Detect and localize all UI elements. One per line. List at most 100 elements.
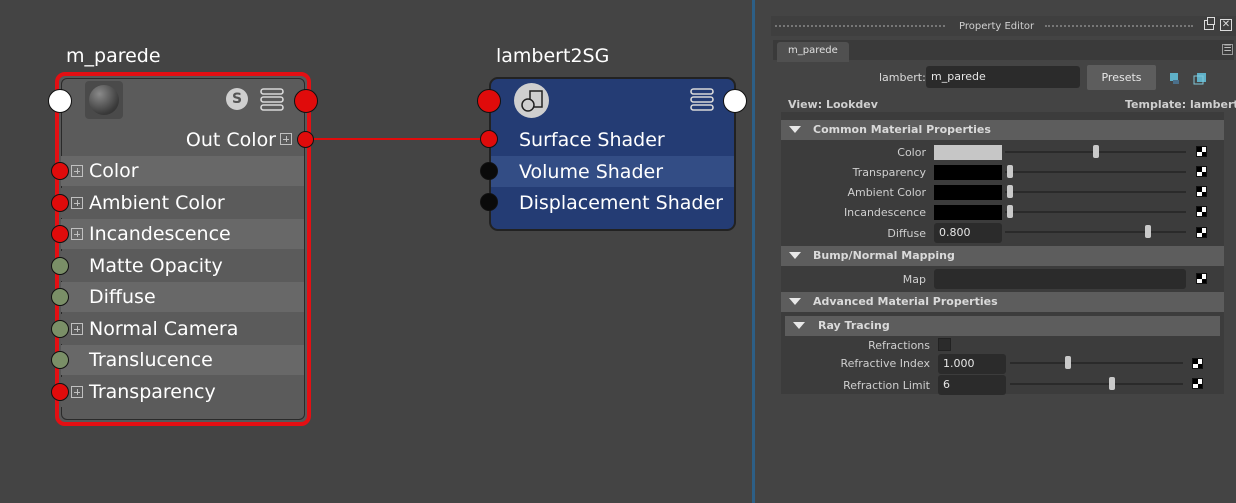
bump-map-button-icon[interactable] — [1196, 273, 1207, 284]
material-attribute-row[interactable]: Transparency — [61, 377, 304, 407]
material-attribute-port[interactable] — [51, 351, 69, 369]
ambient-color-swatch[interactable] — [934, 185, 1002, 200]
map-field[interactable] — [934, 269, 1186, 289]
shading-group-icon — [514, 83, 549, 118]
bump-mapping-section-header[interactable]: Bump/Normal Mapping — [781, 246, 1224, 266]
material-node-title: m_parede — [66, 45, 161, 67]
refraction-limit-slider-thumb[interactable] — [1109, 377, 1115, 390]
sg-attribute-row[interactable]: Volume Shader — [491, 156, 734, 187]
ray-tracing-section-header[interactable]: Ray Tracing — [785, 316, 1220, 336]
refraction-limit-label: Refraction Limit — [843, 379, 930, 392]
node-name-field[interactable]: m_parede — [926, 66, 1080, 88]
refractive-index-slider-thumb[interactable] — [1065, 356, 1071, 369]
transparency-slider-track[interactable] — [1005, 171, 1186, 173]
refractive-index-slider-track[interactable] — [1010, 362, 1183, 364]
material-attribute-row[interactable]: Translucence — [61, 345, 304, 375]
sg-input-port[interactable] — [477, 89, 501, 113]
template-label[interactable]: Template: lambert — [1125, 98, 1236, 111]
expand-attribute-icon[interactable] — [71, 197, 83, 209]
refractive-index-field[interactable]: 1.000 — [938, 354, 1006, 374]
ambient-slider-track[interactable] — [1005, 191, 1186, 193]
collapse-triangle-icon — [793, 322, 805, 329]
material-attribute-row[interactable]: Incandescence — [61, 219, 304, 249]
swatch-toggle-icon[interactable]: S — [226, 88, 248, 110]
expand-attribute-icon[interactable] — [71, 165, 83, 177]
color-slider-thumb[interactable] — [1093, 145, 1099, 158]
collapse-triangle-icon — [789, 298, 801, 305]
ambient-color-label: Ambient Color — [847, 186, 926, 199]
transparency-map-button-icon[interactable] — [1196, 166, 1207, 177]
sg-attribute-label: Displacement Shader — [519, 192, 723, 214]
view-label[interactable]: View: Lookdev — [788, 98, 878, 111]
advanced-material-section-header[interactable]: Advanced Material Properties — [781, 292, 1224, 312]
material-attribute-row[interactable]: Matte Opacity — [61, 251, 304, 281]
sg-attribute-list-icon[interactable] — [690, 87, 714, 111]
material-attribute-port[interactable] — [51, 162, 69, 180]
material-attribute-row[interactable]: Color — [61, 156, 304, 186]
ambient-map-button-icon[interactable] — [1196, 186, 1207, 197]
sg-attribute-label: Volume Shader — [519, 161, 664, 183]
sg-attribute-label: Surface Shader — [519, 129, 665, 151]
sg-attribute-port[interactable] — [480, 130, 498, 148]
color-map-button-icon[interactable] — [1196, 146, 1207, 157]
color-swatch[interactable] — [934, 145, 1002, 160]
expand-attribute-icon[interactable] — [71, 228, 83, 240]
incandescence-slider-thumb[interactable] — [1007, 205, 1013, 218]
sg-attribute-port[interactable] — [480, 193, 498, 211]
sg-node-title: lambert2SG — [496, 45, 610, 67]
expand-attribute-icon[interactable] — [71, 323, 83, 335]
material-attribute-port[interactable] — [51, 257, 69, 275]
material-attribute-port[interactable] — [51, 383, 69, 401]
expand-attribute-icon[interactable] — [71, 386, 83, 398]
material-output-port[interactable] — [294, 89, 318, 113]
node-type-label: lambert: — [879, 71, 926, 84]
refractions-label: Refractions — [868, 339, 930, 352]
material-input-port[interactable] — [48, 89, 72, 113]
section-title: Common Material Properties — [813, 123, 991, 136]
node-editor-graph[interactable]: m_parede S Out Color Color Ambient Color I… — [0, 0, 752, 503]
sg-attribute-row[interactable]: Displacement Shader — [491, 187, 734, 218]
incandescence-slider-track[interactable] — [1005, 211, 1186, 213]
material-attribute-port[interactable] — [51, 225, 69, 243]
focus-node-icon[interactable] — [1169, 70, 1181, 84]
tab-m-parede[interactable]: m_parede — [777, 42, 849, 62]
material-attribute-row[interactable]: Ambient Color — [61, 188, 304, 218]
incandescence-label: Incandescence — [843, 206, 926, 219]
material-attribute-row[interactable]: Normal Camera — [61, 314, 304, 344]
diffuse-slider-track[interactable] — [1005, 231, 1186, 233]
out-color-expand-icon[interactable] — [280, 133, 292, 145]
incandescence-map-button-icon[interactable] — [1196, 206, 1207, 217]
attribute-list-icon[interactable] — [260, 87, 284, 111]
titlebar-grip-right[interactable] — [1045, 25, 1193, 31]
common-material-section-header[interactable]: Common Material Properties — [781, 120, 1224, 140]
diffuse-field[interactable]: 0.800 — [934, 223, 1002, 243]
material-attribute-port[interactable] — [51, 288, 69, 306]
diffuse-map-button-icon[interactable] — [1196, 227, 1207, 238]
copy-tab-icon[interactable] — [1193, 70, 1207, 85]
refraction-limit-field[interactable]: 6 — [938, 375, 1006, 395]
refraction-limit-map-button-icon[interactable] — [1192, 378, 1203, 389]
material-attribute-port[interactable] — [51, 320, 69, 338]
tab-add-icon[interactable]: ☰ — [1222, 44, 1233, 55]
refractive-index-map-button-icon[interactable] — [1192, 358, 1203, 369]
titlebar-grip-left[interactable] — [775, 25, 945, 31]
sg-attribute-row[interactable]: Surface Shader — [491, 124, 734, 155]
material-attribute-label: Color — [89, 160, 139, 182]
refractions-checkbox[interactable] — [938, 338, 951, 351]
close-panel-icon[interactable]: ✕ — [1220, 19, 1232, 31]
float-panel-icon[interactable] — [1204, 17, 1215, 30]
presets-button[interactable]: Presets — [1087, 65, 1156, 90]
ambient-slider-thumb[interactable] — [1007, 185, 1013, 198]
diffuse-slider-thumb[interactable] — [1145, 225, 1151, 238]
transparency-swatch[interactable] — [934, 165, 1002, 180]
sg-output-port[interactable] — [723, 89, 747, 113]
out-color-port[interactable] — [297, 131, 314, 148]
incandescence-swatch[interactable] — [934, 205, 1002, 220]
sg-attribute-port[interactable] — [480, 162, 498, 180]
refraction-limit-slider-track[interactable] — [1010, 383, 1183, 385]
material-attribute-port[interactable] — [51, 194, 69, 212]
material-swatch-icon — [85, 81, 123, 119]
refractive-index-label: Refractive Index — [840, 357, 930, 370]
material-attribute-row[interactable]: Diffuse — [61, 282, 304, 312]
transparency-slider-thumb[interactable] — [1007, 165, 1013, 178]
